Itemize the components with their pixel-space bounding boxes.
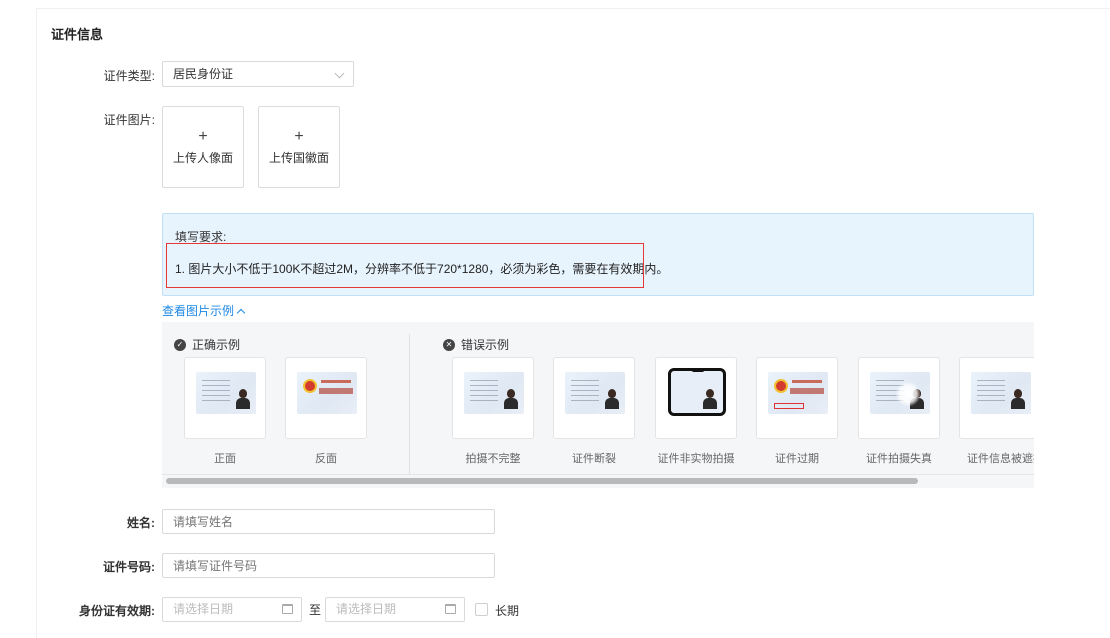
name-input[interactable]	[162, 509, 495, 534]
id-number-label: 证件号码:	[103, 560, 155, 574]
long-term-label[interactable]: 长期	[495, 602, 519, 619]
scrollbar-thumb[interactable]	[166, 478, 918, 484]
example-label: 反面	[315, 453, 337, 465]
date-range-separator: 至	[309, 603, 322, 617]
example-label: 正面	[214, 453, 236, 465]
end-date-picker[interactable]: 请选择日期	[325, 597, 465, 622]
chevron-down-icon	[334, 68, 345, 79]
example-incomplete-image	[452, 357, 534, 439]
wrong-examples-header: ✕ 错误示例	[443, 336, 509, 353]
view-examples-link[interactable]: 查看图片示例	[162, 302, 246, 319]
upload-emblem-label: 上传国徽面	[268, 151, 329, 165]
example-broken-image	[553, 357, 635, 439]
close-circle-icon: ✕	[443, 338, 455, 351]
long-term-checkbox[interactable]	[475, 603, 488, 616]
example-distorted-image	[858, 357, 940, 439]
id-type-value: 居民身份证	[173, 67, 234, 81]
upload-portrait-label: 上传人像面	[172, 151, 233, 165]
correct-examples-header: ✓ 正确示例	[174, 336, 240, 353]
example-back-image	[285, 357, 367, 439]
example-front-image	[184, 357, 266, 439]
start-date-placeholder: 请选择日期	[173, 602, 234, 616]
example-obstructed-image	[959, 357, 1034, 439]
example-label: 证件断裂	[572, 453, 616, 465]
example-expired-image	[756, 357, 838, 439]
name-label: 姓名:	[127, 516, 155, 530]
example-label: 拍摄不完整	[465, 453, 521, 465]
upload-emblem-button[interactable]: + 上传国徽面	[258, 106, 340, 188]
upload-portrait-button[interactable]: + 上传人像面	[162, 106, 244, 188]
examples-divider	[409, 334, 410, 474]
calendar-icon	[282, 604, 293, 614]
example-label: 证件信息被遮挡	[967, 453, 1034, 465]
validity-label: 身份证有效期:	[79, 604, 155, 618]
id-number-input[interactable]	[162, 553, 495, 578]
examples-scrollbar[interactable]	[162, 474, 1034, 486]
id-type-select[interactable]: 居民身份证	[162, 61, 354, 87]
calendar-icon	[445, 604, 456, 614]
view-examples-label: 查看图片示例	[162, 304, 235, 318]
example-label: 证件非实物拍摄	[657, 453, 735, 465]
section-title: 证件信息	[51, 27, 104, 42]
plus-icon: +	[198, 128, 208, 145]
wrong-examples-title: 错误示例	[461, 338, 510, 352]
check-circle-icon: ✓	[174, 338, 186, 351]
example-screen-image	[655, 357, 737, 439]
start-date-picker[interactable]: 请选择日期	[162, 597, 302, 622]
example-label: 证件过期	[775, 453, 819, 465]
correct-examples-title: 正确示例	[192, 338, 241, 352]
chevron-up-icon	[236, 308, 246, 318]
id-type-label: 证件类型:	[103, 69, 155, 83]
highlight-annotation	[166, 243, 644, 288]
end-date-placeholder: 请选择日期	[336, 602, 397, 616]
example-label: 证件拍摄失真	[866, 453, 932, 465]
plus-icon: +	[294, 128, 304, 145]
examples-panel[interactable]: ✓ 正确示例 ✕ 错误示例 正面 反面 拍摄不完整 证件断裂 证件非实物拍摄 证…	[162, 322, 1034, 488]
id-image-label: 证件图片:	[103, 113, 155, 127]
